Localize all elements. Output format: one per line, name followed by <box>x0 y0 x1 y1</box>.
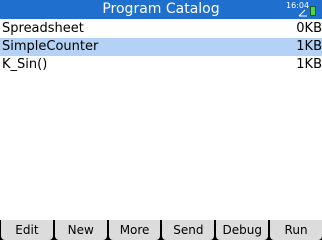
program-name: SimpleCounter <box>2 39 99 54</box>
softkey-bar: Edit New More Send Debug Run <box>0 220 322 240</box>
program-list: Spreadsheet 0KB SimpleCounter 1KB K_Sin(… <box>0 20 322 74</box>
program-name: K_Sin() <box>2 57 48 72</box>
program-size: 1KB <box>296 57 322 72</box>
program-catalog-screen: Program Catalog 16:04 Spreadsheet 0KB Si… <box>0 0 322 240</box>
run-button[interactable]: Run <box>270 220 322 240</box>
battery-icon <box>310 6 316 16</box>
list-item[interactable]: Spreadsheet 0KB <box>0 20 322 38</box>
angle-mode-icon <box>298 9 308 17</box>
list-item[interactable]: K_Sin() 1KB <box>0 56 322 74</box>
new-button[interactable]: New <box>54 220 107 240</box>
edit-button[interactable]: Edit <box>1 220 53 240</box>
more-button[interactable]: More <box>108 220 161 240</box>
send-button[interactable]: Send <box>162 220 215 240</box>
title-bar: Program Catalog 16:04 <box>0 0 322 19</box>
program-size: 0KB <box>296 21 322 36</box>
debug-button[interactable]: Debug <box>216 220 269 240</box>
list-item[interactable]: SimpleCounter 1KB <box>0 38 322 56</box>
program-name: Spreadsheet <box>2 21 84 36</box>
program-size: 1KB <box>296 39 322 54</box>
page-title: Program Catalog <box>102 1 220 17</box>
